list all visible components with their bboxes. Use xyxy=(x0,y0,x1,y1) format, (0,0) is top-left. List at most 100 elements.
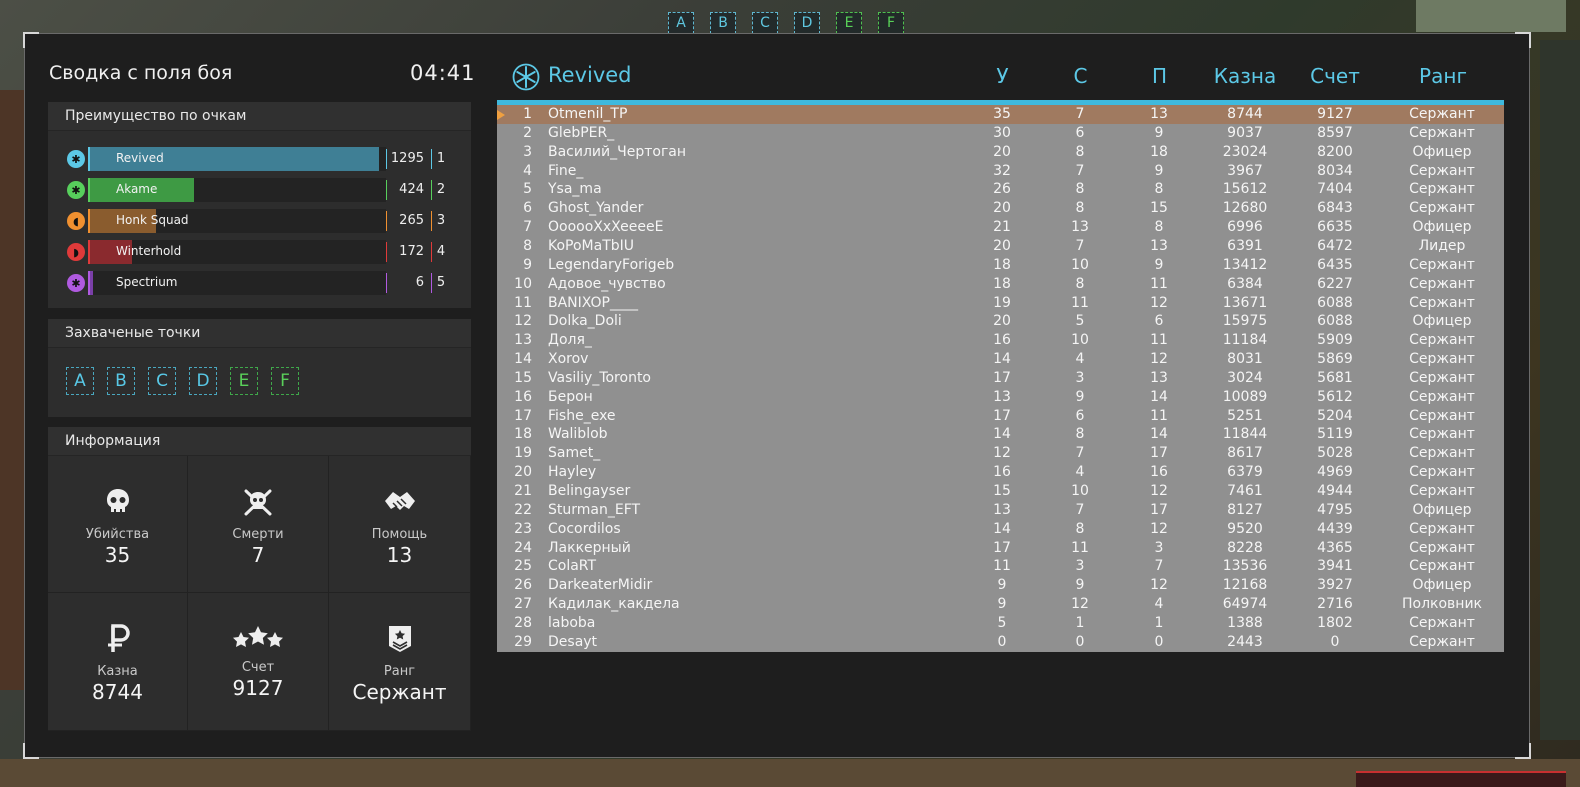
table-row[interactable]: 9 LegendaryForigeb 18 10 9 13412 6435 Сержант xyxy=(497,256,1504,275)
player-place: 9 xyxy=(523,256,532,273)
team-score-row: ✱ Spectrium 6 5 xyxy=(64,271,454,295)
table-row[interactable]: 7 OooooXxXeeeeE 21 13 8 6996 6635 Офицер xyxy=(497,218,1504,237)
player-assists: 8 xyxy=(1154,219,1164,236)
table-row[interactable]: 2 GlebPER_ 30 6 9 9037 8597 Сержант xyxy=(497,124,1504,143)
score-track: Spectrium xyxy=(88,271,386,295)
player-place: 28 xyxy=(514,614,532,631)
table-row[interactable]: 4 Fine_ 32 7 9 3967 8034 Сержант xyxy=(497,162,1504,181)
table-row[interactable]: 19 Samet_ 12 7 17 8617 5028 Сержант xyxy=(497,444,1504,463)
table-row[interactable]: 1 Otmenil_TP 35 7 13 8744 9127 Сержант xyxy=(497,105,1504,124)
player-name: Otmenil_TP xyxy=(548,106,628,122)
header-assists[interactable]: П xyxy=(1137,64,1182,88)
player-name: Ghost_Yander xyxy=(548,200,644,217)
player-kills: 9 xyxy=(997,596,1007,613)
player-score: 5869 xyxy=(1317,351,1353,368)
player-place: 4 xyxy=(523,162,532,179)
stat-label: Счет xyxy=(241,660,275,675)
player-deaths: 7 xyxy=(1075,445,1085,462)
table-row[interactable]: 3 Василий_Чертоган 20 8 18 23024 8200 Офицер xyxy=(497,143,1504,162)
table-row[interactable]: 17 Fishe_exe 17 6 11 5251 5204 Сержант xyxy=(497,407,1504,426)
player-place: 17 xyxy=(514,407,532,424)
player-deaths: 8 xyxy=(1075,520,1085,537)
player-kills: 0 xyxy=(997,633,1007,650)
header-rank[interactable]: Ранг xyxy=(1388,64,1498,88)
player-deaths: 7 xyxy=(1075,106,1085,122)
player-deaths: 6 xyxy=(1075,407,1085,424)
table-row[interactable]: 11 BANIXOP____ 19 11 12 13671 6088 Сержант xyxy=(497,294,1504,313)
table-row[interactable]: 26 DarkeaterMidir 9 9 12 12168 3927 Офицер xyxy=(497,576,1504,595)
player-rank: Сержант xyxy=(1409,332,1475,349)
table-row[interactable]: 13 Доля_ 16 10 11 11184 5909 Сержант xyxy=(497,331,1504,350)
team-name: Winterhold xyxy=(116,244,182,258)
player-assists: 9 xyxy=(1154,162,1164,179)
player-cash: 8228 xyxy=(1227,539,1263,556)
table-row[interactable]: 23 Cocordilos 14 8 12 9520 4439 Сержант xyxy=(497,520,1504,539)
table-row[interactable]: 14 Xorov 14 4 12 8031 5869 Сержант xyxy=(497,350,1504,369)
table-row[interactable]: 21 Belingayser 15 10 12 7461 4944 Сержант xyxy=(497,482,1504,501)
player-kills: 19 xyxy=(993,294,1011,311)
captured-point-d: D xyxy=(189,367,217,395)
table-row[interactable]: 24 Лаккерный 17 11 3 8228 4365 Сержант xyxy=(497,539,1504,558)
captured-point-b: B xyxy=(107,367,135,395)
player-place: 22 xyxy=(514,501,532,518)
table-row[interactable]: 16 Берон 13 9 14 10089 5612 Сержант xyxy=(497,388,1504,407)
match-timer: 04:41 xyxy=(410,61,476,85)
stat-value: 13 xyxy=(386,543,413,567)
player-kills: 21 xyxy=(993,219,1011,236)
stat-3: Казна 8744 xyxy=(48,593,188,731)
player-score: 4365 xyxy=(1317,539,1353,556)
player-kills: 12 xyxy=(993,445,1011,462)
player-place: 11 xyxy=(514,294,532,311)
header-deaths[interactable]: С xyxy=(1058,64,1103,88)
table-row[interactable]: 18 Waliblob 14 8 14 11844 5119 Сержант xyxy=(497,425,1504,444)
player-kills: 16 xyxy=(993,464,1011,481)
player-place: 8 xyxy=(523,237,532,254)
player-kills: 35 xyxy=(993,106,1011,122)
table-row[interactable]: 15 Vasiliy_Toronto 17 3 13 3024 5681 Сержант xyxy=(497,369,1504,388)
header-kills[interactable]: У xyxy=(980,64,1025,88)
player-kills: 18 xyxy=(993,275,1011,292)
header-score[interactable]: Счет xyxy=(1295,64,1375,88)
header-cash[interactable]: Казна xyxy=(1205,64,1285,88)
player-kills: 16 xyxy=(993,332,1011,349)
table-row[interactable]: 25 ColaRT 11 3 7 13536 3941 Сержант xyxy=(497,557,1504,576)
player-deaths: 11 xyxy=(1071,539,1089,556)
info-panel: Информация Убийства 35 Смерти 7 Помощь 13 Казн… xyxy=(48,427,471,731)
player-kills: 11 xyxy=(993,558,1011,575)
table-row[interactable]: 5 Ysa_ma 26 8 8 15612 7404 Сержант xyxy=(497,180,1504,199)
table-row[interactable]: 20 Hayley 16 4 16 6379 4969 Сержант xyxy=(497,463,1504,482)
team-name: Spectrium xyxy=(116,275,178,289)
team-points: 1295 xyxy=(390,151,424,166)
player-score: 5681 xyxy=(1317,369,1353,386)
player-assists: 3 xyxy=(1154,539,1164,556)
player-score: 4969 xyxy=(1317,464,1353,481)
table-row[interactable]: 22 Sturman_EFT 13 7 17 8127 4795 Офицер xyxy=(497,501,1504,520)
player-deaths: 8 xyxy=(1075,200,1085,217)
panel-title: Информация xyxy=(48,427,471,456)
player-kills: 20 xyxy=(993,143,1011,160)
player-name: KoPoMaTbIU xyxy=(548,237,635,254)
player-deaths: 0 xyxy=(1075,633,1085,650)
team-score-row: ✱ Akame 424 2 xyxy=(64,178,454,202)
player-score: 4944 xyxy=(1317,483,1353,499)
table-row[interactable]: 8 KoPoMaTbIU 20 7 13 6391 6472 Лидер xyxy=(497,237,1504,256)
separator xyxy=(431,211,432,231)
team-points: 265 xyxy=(399,213,424,228)
table-row[interactable]: 6 Ghost_Yander 20 8 15 12680 6843 Сержант xyxy=(497,199,1504,218)
player-name: Fishe_exe xyxy=(548,407,616,424)
table-row[interactable]: 29 Desayt 0 0 0 2443 0 Сержант xyxy=(497,633,1504,652)
player-deaths: 8 xyxy=(1075,426,1085,443)
player-deaths: 11 xyxy=(1071,294,1089,311)
player-score: 6227 xyxy=(1317,275,1353,292)
player-rank: Сержант xyxy=(1409,539,1475,556)
stars-icon xyxy=(232,593,284,654)
team-name: Honk Squad xyxy=(116,213,189,227)
player-rank: Сержант xyxy=(1409,181,1475,198)
table-row[interactable]: 12 Dolka_Doli 20 5 6 15975 6088 Офицер xyxy=(497,312,1504,331)
skull-crossbones-icon xyxy=(242,456,274,521)
player-deaths: 10 xyxy=(1071,332,1089,349)
player-assists: 6 xyxy=(1154,313,1164,330)
table-row[interactable]: 10 Адовое_чувство 18 8 11 6384 6227 Сержант xyxy=(497,275,1504,294)
table-row[interactable]: 27 Кадилак_какдела 9 12 4 64974 2716 Полковник xyxy=(497,595,1504,614)
table-row[interactable]: 28 laboba 5 1 1 1388 1802 Сержант xyxy=(497,614,1504,633)
